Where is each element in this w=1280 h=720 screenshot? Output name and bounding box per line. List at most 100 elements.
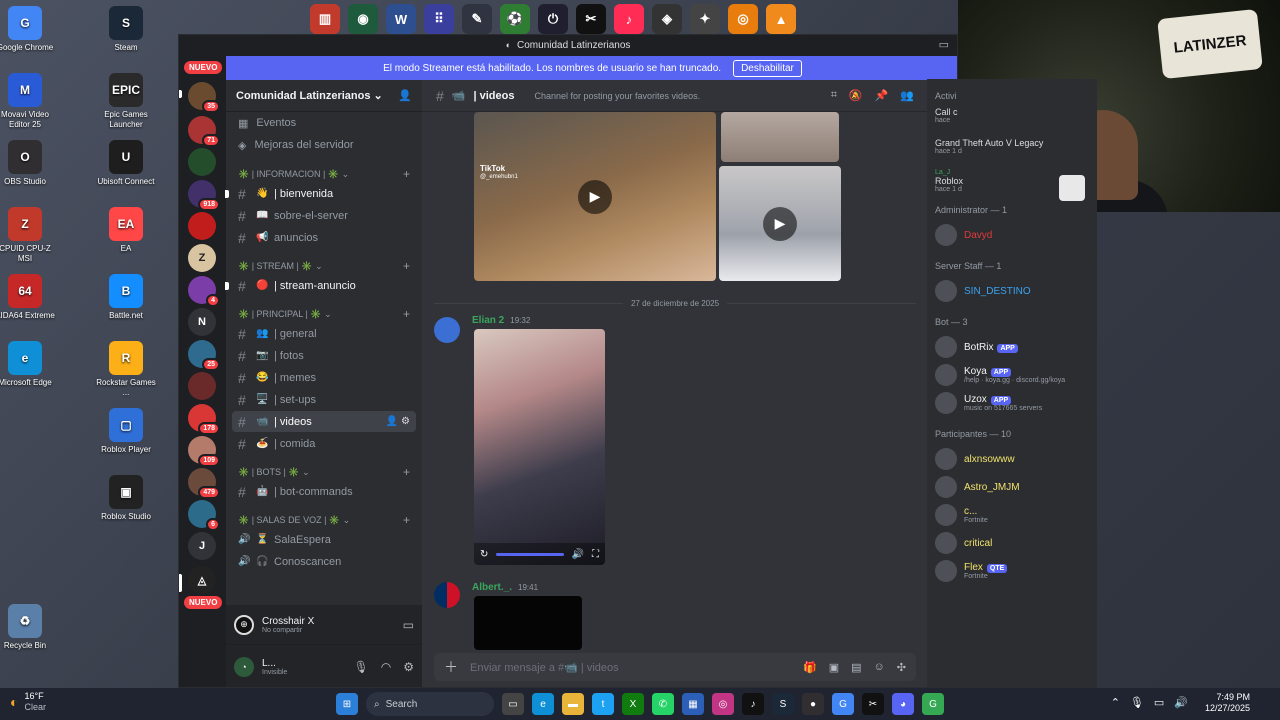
network-icon[interactable]: ▭ [1154, 696, 1164, 709]
server-icon[interactable]: 918 [188, 180, 220, 211]
xbox-icon[interactable]: X [622, 693, 644, 715]
events-item[interactable]: ▦ Eventos [226, 112, 422, 134]
headphones-icon[interactable]: ◠ [381, 660, 391, 674]
gif-icon[interactable]: ▣ [829, 661, 839, 674]
threads-icon[interactable]: ⌗ [831, 89, 837, 102]
inbox-icon[interactable]: ▭ [939, 38, 949, 51]
invite-icon[interactable]: 👤 [398, 89, 412, 102]
member-item[interactable]: Davyd [935, 221, 1089, 249]
desktop-icon[interactable]: U Ubisoft Connect [94, 140, 158, 187]
server-icon[interactable]: ◬ [188, 566, 216, 594]
video-thumbnail[interactable] [474, 596, 582, 650]
capcut-icon[interactable]: ✂ [576, 4, 606, 34]
channel-item[interactable]: # 🔴 | stream-anuncio [225, 275, 416, 296]
video-thumbnail[interactable] [721, 112, 839, 162]
obs-icon[interactable]: ● [802, 693, 824, 715]
desktop-icon[interactable]: B Battle.net [94, 274, 158, 321]
server-header[interactable]: Comunidad Latinzerianos ⌄ 👤 [226, 80, 422, 112]
desktop-icon[interactable]: e Microsoft Edge [0, 341, 57, 388]
weather-widget[interactable]: ◐ 16°F Clear [10, 691, 46, 713]
activity-card[interactable]: La_J Roblox hace 1 d [935, 169, 1089, 201]
task-view-icon[interactable]: ▭ [502, 693, 524, 715]
video-thumbnail[interactable]: ▶ [719, 166, 841, 281]
chevron-up-icon[interactable]: ⌃ [1111, 696, 1120, 709]
capcut-icon[interactable]: ✂ [862, 693, 884, 715]
microphone-icon[interactable]: 🎙 [1130, 696, 1144, 709]
user-avatar[interactable]: ◔ [234, 657, 254, 677]
volume-icon[interactable]: 🔊 [1174, 696, 1188, 709]
channel-item[interactable]: # 📹 | videos 👤 ⚙ [232, 411, 416, 432]
dock-app-icon[interactable]: ✎ [462, 4, 492, 34]
desktop-icon[interactable]: M Movavi Video Editor 25 [0, 73, 57, 130]
add-channel-icon[interactable]: + [403, 167, 410, 181]
members-icon[interactable]: 👥 [900, 89, 914, 102]
server-icon[interactable]: 35 [188, 82, 220, 113]
desktop-icon[interactable]: ▣ Roblox Studio [94, 475, 158, 522]
dock-app-icon[interactable]: ◉ [348, 4, 378, 34]
dock-app-icon[interactable]: ⏻ [538, 4, 568, 34]
server-icon[interactable]: 109 [188, 436, 220, 467]
author-avatar[interactable] [434, 317, 460, 343]
channel-item[interactable]: # 📖 sobre-el-server [232, 205, 416, 226]
store-icon[interactable]: ▦ [682, 693, 704, 715]
channel-category[interactable]: ✳️ | PRINCIPAL | ✳️ ⌄ + [226, 306, 422, 322]
server-icon[interactable]: 479 [188, 468, 220, 499]
server-icon[interactable]: 4 [188, 276, 220, 307]
desktop-icon[interactable]: Z CPUID CPU-Z MSI [0, 207, 57, 264]
member-item[interactable]: alxnsowww [935, 445, 1089, 473]
desktop-icon[interactable]: G Google Chrome [0, 6, 57, 53]
mute-bell-icon[interactable]: 🔕 [849, 89, 863, 102]
activity-card[interactable]: Grand Theft Auto V Legacy hace 1 d [935, 138, 1089, 155]
fullscreen-icon[interactable]: ⛶ [592, 549, 599, 560]
clock[interactable]: 7:49 PM 12/27/2025 [1205, 692, 1250, 714]
message-author[interactable]: Albert._. 19:41 [472, 582, 538, 593]
server-icon[interactable]: 6 [188, 500, 220, 531]
member-item[interactable]: Astro_JMJM [935, 473, 1089, 501]
server-icon[interactable]: J [188, 532, 216, 560]
channel-item[interactable]: 🔊 🎧 Conoscancen [232, 551, 416, 572]
video-player[interactable]: ↻ 🔊 ⛶ [474, 329, 605, 565]
activity-card[interactable]: Call c hace [935, 107, 1089, 124]
server-icon[interactable]: 25 [188, 340, 220, 371]
channel-item[interactable]: # 👥 | general [232, 323, 416, 344]
add-channel-icon[interactable]: + [403, 259, 410, 273]
instagram-icon[interactable]: ◎ [712, 693, 734, 715]
channel-category[interactable]: ✳️ | BOTS | ✳️ ⌄ + [226, 464, 422, 480]
tiktok-icon[interactable]: ♪ [742, 693, 764, 715]
member-item[interactable]: c... Fortnite [935, 501, 1089, 529]
replay-icon[interactable]: ↻ [480, 549, 488, 560]
tiktok-video-thumbnail[interactable]: TikTok @_emehubn1 ▶ [474, 112, 716, 281]
desktop-icon[interactable]: EA EA [94, 207, 158, 254]
add-channel-icon[interactable]: + [403, 307, 410, 321]
channel-item[interactable]: # 👋 | bienvenida [225, 183, 416, 204]
start-icon[interactable]: ⊞ [336, 693, 358, 715]
taskbar-search[interactable]: ⌕ Search [366, 692, 494, 716]
desktop-icon[interactable]: 64 AIDA64 Extreme [0, 274, 57, 321]
edge-icon[interactable]: e [532, 693, 554, 715]
boost-item[interactable]: ◈ Mejoras del servidor [226, 134, 422, 156]
server-icon[interactable]: N [188, 308, 216, 336]
channel-category[interactable]: ✳️ | INFORMACION | ✳️ ⌄ + [226, 166, 422, 182]
message-composer[interactable]: ＋ Enviar mensaje a #📹 | videos 🎁 ▣ ▤ ☺ ✣ [434, 653, 916, 681]
server-icon[interactable] [188, 372, 216, 400]
member-item[interactable]: critical [935, 529, 1089, 557]
desktop-icon[interactable]: S Steam [94, 6, 158, 53]
pin-icon[interactable]: 📌 [875, 89, 889, 102]
channel-item[interactable]: # 📢 anuncios [232, 227, 416, 248]
server-icon[interactable]: Z [188, 244, 216, 272]
channel-category[interactable]: ✳️ | STREAM | ✳️ ⌄ + [226, 258, 422, 274]
author-avatar[interactable] [434, 582, 460, 608]
steam-icon[interactable]: S [772, 693, 794, 715]
play-icon[interactable]: ▶ [763, 206, 797, 241]
channel-settings-icon[interactable]: 👤 ⚙ [386, 416, 410, 427]
tiktok-icon[interactable]: ♪ [614, 4, 644, 34]
chrome-icon[interactable]: G [922, 693, 944, 715]
message-author[interactable]: Elian 2 19:32 [472, 315, 530, 326]
add-attachment-icon[interactable]: ＋ [444, 657, 458, 677]
microphone-icon[interactable]: 🎙 [354, 660, 369, 674]
screen-share-icon[interactable]: ▭ [403, 618, 414, 632]
dock-app-icon[interactable]: ◈ [652, 4, 682, 34]
desktop-icon[interactable]: R Rockstar Games ... [94, 341, 158, 398]
chrome-icon[interactable]: G [832, 693, 854, 715]
server-icon[interactable]: 71 [188, 116, 220, 147]
